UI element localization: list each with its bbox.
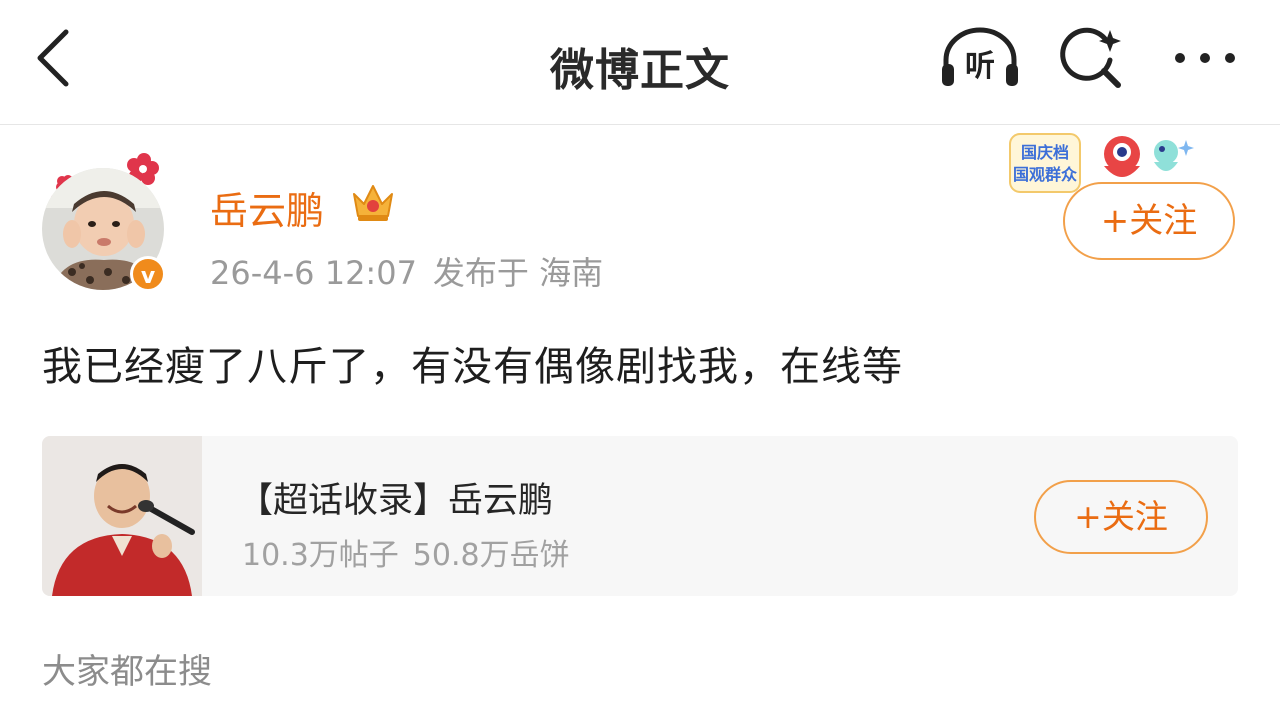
trending-searches-heading: 大家都在搜 (42, 652, 212, 692)
supertopic-title: 【超话收录】岳云鹏 (238, 481, 554, 521)
badge-line-2: 国观群众 (1013, 165, 1078, 184)
badge-line-1: 国庆档 (1021, 143, 1069, 162)
more-dots-icon[interactable] (1170, 40, 1240, 76)
supertopic-card[interactable]: 【超话收录】岳云鹏 10.3万帖子 50.8万岳饼 +关注 (42, 436, 1238, 596)
listen-headphones-icon[interactable]: 听 (938, 26, 1022, 90)
top-nav-bar: 微博正文 听 (0, 0, 1280, 125)
supertopic-stats: 10.3万帖子 50.8万岳饼 (242, 530, 570, 574)
post-location: 发布于 海南 (432, 254, 604, 292)
post-text: 我已经瘦了八斤了，有没有偶像剧找我，在线等 (42, 344, 903, 390)
supertopic-posts-count: 10.3万帖子 (242, 538, 399, 573)
listen-label: 听 (965, 49, 995, 84)
follow-author-button[interactable]: +关注 (1063, 182, 1235, 260)
post-timestamp: 26-4-6 12:07 (210, 254, 417, 292)
search-sparkle-icon[interactable] (1058, 24, 1128, 94)
supertopic-thumbnail (42, 436, 202, 596)
author-avatar-group: v (40, 150, 172, 300)
post-meta: 26-4-6 12:07 发布于 海南 (210, 248, 603, 294)
follow-supertopic-button[interactable]: +关注 (1034, 480, 1208, 554)
crown-icon (350, 180, 396, 224)
author-name[interactable]: 岳云鹏 (210, 180, 324, 235)
verified-icon: v (130, 256, 166, 292)
supertopic-fans-count: 50.8万岳饼 (412, 538, 570, 573)
